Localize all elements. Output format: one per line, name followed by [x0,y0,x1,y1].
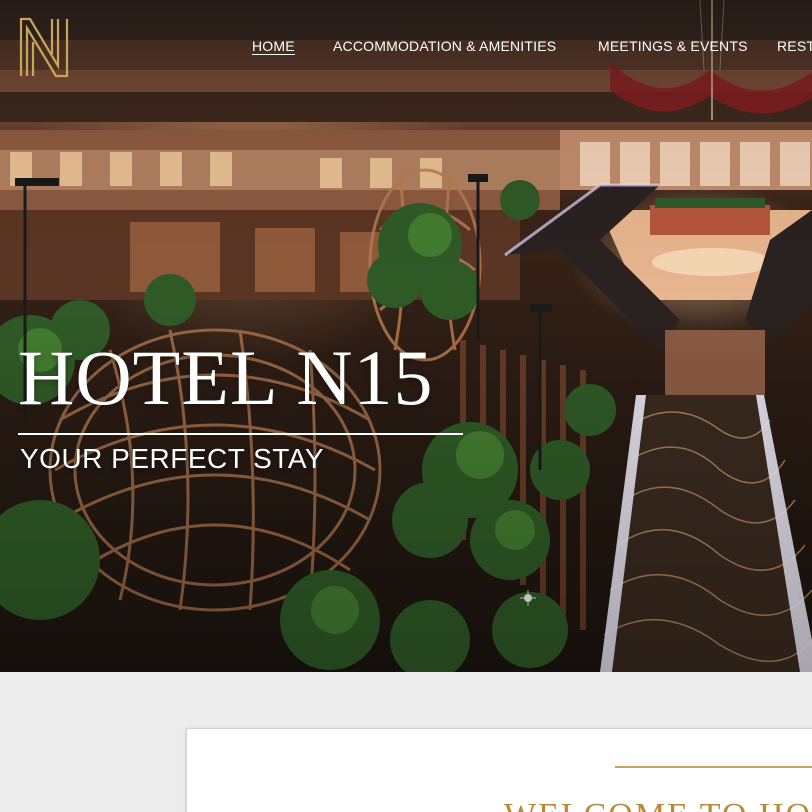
nav-home[interactable]: HOME [252,38,295,54]
hero-title: HOTEL N15 [18,334,434,421]
hero-divider [18,433,463,435]
main-nav: HOME ACCOMMODATION & AMENITIES MEETINGS … [0,38,812,60]
welcome-heading: WELCOME TO HOT [504,796,812,812]
hero-banner: HOME ACCOMMODATION & AMENITIES MEETINGS … [0,0,812,672]
hero-tagline: YOUR PERFECT STAY [20,443,325,474]
page: HOME ACCOMMODATION & AMENITIES MEETINGS … [0,0,812,812]
nav-restaurants[interactable]: RESTA [777,38,812,54]
nav-meetings-events[interactable]: MEETINGS & EVENTS [598,38,748,54]
welcome-divider [615,766,812,768]
nav-accommodation-amenities[interactable]: ACCOMMODATION & AMENITIES [333,38,556,54]
